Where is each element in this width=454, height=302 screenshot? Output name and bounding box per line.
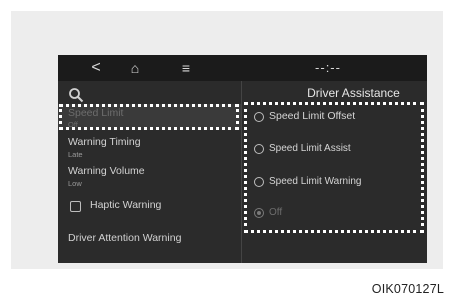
menu-icon[interactable]: ≡ xyxy=(178,55,194,81)
list-item-value: Low xyxy=(68,179,82,188)
home-icon[interactable]: ⌂ xyxy=(126,55,144,81)
list-item-haptic-warning[interactable]: Haptic Warning xyxy=(90,199,161,211)
options-panel: Driver Assistance Speed Limit Offset Spe… xyxy=(242,81,427,263)
figure-panel: < ⌂ ≡ --:-- Speed Limit Off Warning Timi… xyxy=(11,11,443,269)
list-item-driver-attention-warning[interactable]: Driver Attention Warning xyxy=(68,232,181,244)
infotainment-screen: < ⌂ ≡ --:-- Speed Limit Off Warning Timi… xyxy=(58,55,427,263)
list-item-warning-volume[interactable]: Warning Volume xyxy=(68,165,145,177)
list-item-value: Late xyxy=(68,150,83,159)
highlight-outline xyxy=(59,104,239,130)
back-icon[interactable]: < xyxy=(88,55,104,81)
search-icon[interactable] xyxy=(68,87,84,103)
highlight-outline xyxy=(244,102,424,233)
top-bar: < ⌂ ≡ --:-- xyxy=(58,55,427,81)
settings-list: Speed Limit Off Warning Timing Late Warn… xyxy=(58,81,241,263)
panel-title: Driver Assistance xyxy=(307,86,400,100)
clock: --:-- xyxy=(315,60,341,75)
haptic-warning-checkbox[interactable] xyxy=(70,201,81,212)
figure-code: OIK070127L xyxy=(371,282,444,296)
list-item-warning-timing[interactable]: Warning Timing xyxy=(68,136,141,148)
